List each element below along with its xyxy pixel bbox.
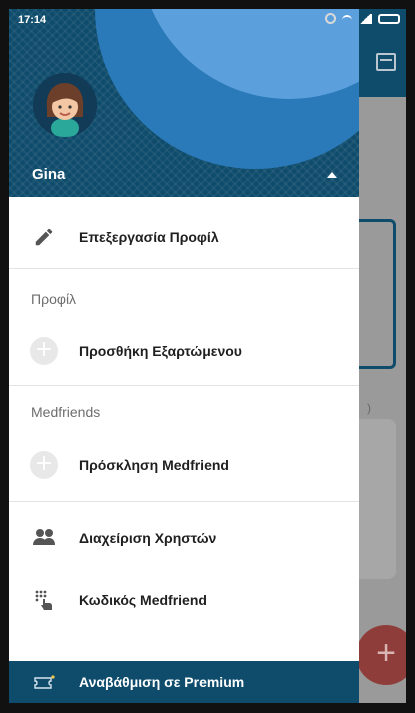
divider — [9, 385, 359, 386]
medfriend-code-label: Κωδικός Medfriend — [79, 592, 207, 608]
plus-circle-icon: + — [30, 451, 58, 479]
plus-circle-icon: + — [30, 337, 58, 365]
manage-users-item[interactable]: Διαχείριση Χρηστών — [9, 510, 359, 566]
edit-profile-label: Επεξεργασία Προφίλ — [79, 229, 219, 245]
background-text: ) — [367, 401, 371, 415]
invite-medfriend-label: Πρόσκληση Medfriend — [79, 457, 229, 473]
manage-users-label: Διαχείριση Χρηστών — [79, 530, 217, 546]
add-dependent-item[interactable]: + Προσθήκη Εξαρτώμενου — [9, 323, 359, 379]
keypad-touch-icon — [35, 590, 52, 610]
people-icon — [33, 529, 55, 545]
profile-section-header: Προφίλ — [31, 291, 77, 307]
ticket-icon — [34, 675, 55, 689]
invite-medfriend-item[interactable]: + Πρόσκληση Medfriend — [9, 437, 359, 493]
medfriend-code-item[interactable]: Κωδικός Medfriend — [9, 572, 359, 628]
upgrade-premium-label: Αναβάθμιση σε Premium — [79, 674, 245, 690]
calendar-icon[interactable] — [376, 53, 396, 71]
user-avatar-icon — [33, 73, 97, 137]
status-bar: 17:14 — [9, 9, 406, 31]
edit-profile-item[interactable]: Επεξεργασία Προφίλ — [9, 209, 359, 265]
divider — [9, 501, 359, 502]
phone-screen: ) + Gina Επεξεργασία Προφίλ Προφίλ + Προ… — [9, 9, 406, 703]
pencil-icon — [35, 228, 53, 246]
user-name: Gina — [32, 166, 66, 183]
avatar[interactable] — [33, 73, 97, 137]
signal-icon — [358, 13, 372, 24]
battery-icon — [378, 13, 400, 24]
chevron-up-icon[interactable] — [327, 172, 337, 178]
alarm-icon — [325, 13, 336, 24]
upgrade-premium-button[interactable]: Αναβάθμιση σε Premium — [9, 661, 359, 703]
wifi-icon — [342, 15, 352, 25]
status-time: 17:14 — [18, 14, 47, 26]
add-dependent-label: Προσθήκη Εξαρτώμενου — [79, 343, 242, 359]
drawer-header: Gina — [9, 9, 359, 197]
navigation-drawer: Gina Επεξεργασία Προφίλ Προφίλ + Προσθήκ… — [9, 9, 359, 703]
add-fab-button[interactable]: + — [356, 625, 406, 685]
divider — [9, 268, 359, 269]
medfriends-section-header: Medfriends — [31, 404, 101, 420]
